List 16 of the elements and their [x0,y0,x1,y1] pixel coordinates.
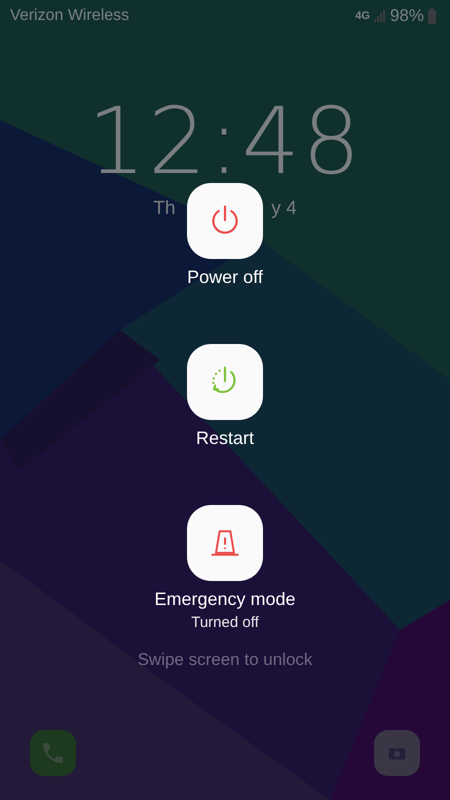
power-off-button[interactable] [187,183,263,259]
clock-time: 12:48 [86,92,364,192]
battery-icon [428,8,436,24]
carrier-name: Verizon Wireless [10,7,130,25]
option-status: Turned off [191,614,259,631]
signal-icon [374,10,386,22]
date-text: y 4 [271,198,297,220]
battery-percent: 98% [390,6,424,26]
option-label: Emergency mode [154,589,296,610]
unlock-hint: Swipe screen to unlock [136,650,314,670]
restart-button[interactable] [187,344,263,420]
option-label: Restart [196,428,254,449]
option-label: Power off [187,267,263,288]
date-text: Th [153,198,176,220]
network-type: 4G [355,10,370,22]
emergency-mode-button[interactable] [186,505,263,581]
